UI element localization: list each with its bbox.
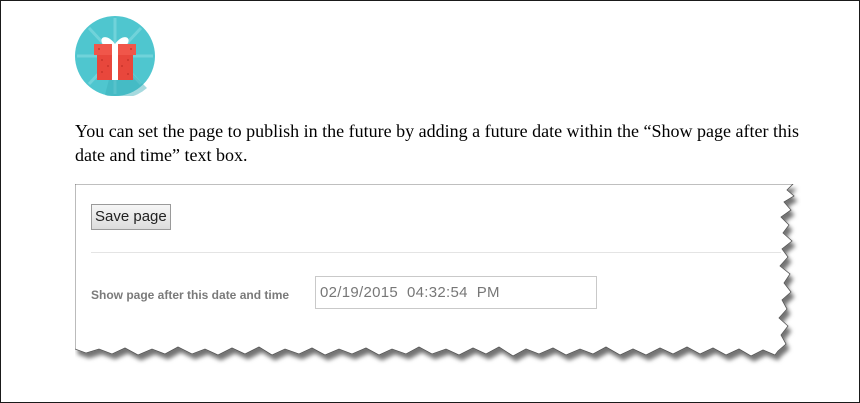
divider xyxy=(91,252,781,253)
show-page-date-label: Show page after this date and time xyxy=(91,288,290,302)
show-page-date-input[interactable] xyxy=(315,276,597,309)
embedded-screenshot: Save page Show page after this date and … xyxy=(75,184,801,376)
intro-paragraph: You can set the page to publish in the f… xyxy=(75,121,799,165)
document-frame: You can set the page to publish in the f… xyxy=(0,0,860,403)
gift-icon xyxy=(75,16,155,96)
save-page-button[interactable]: Save page xyxy=(91,204,171,230)
